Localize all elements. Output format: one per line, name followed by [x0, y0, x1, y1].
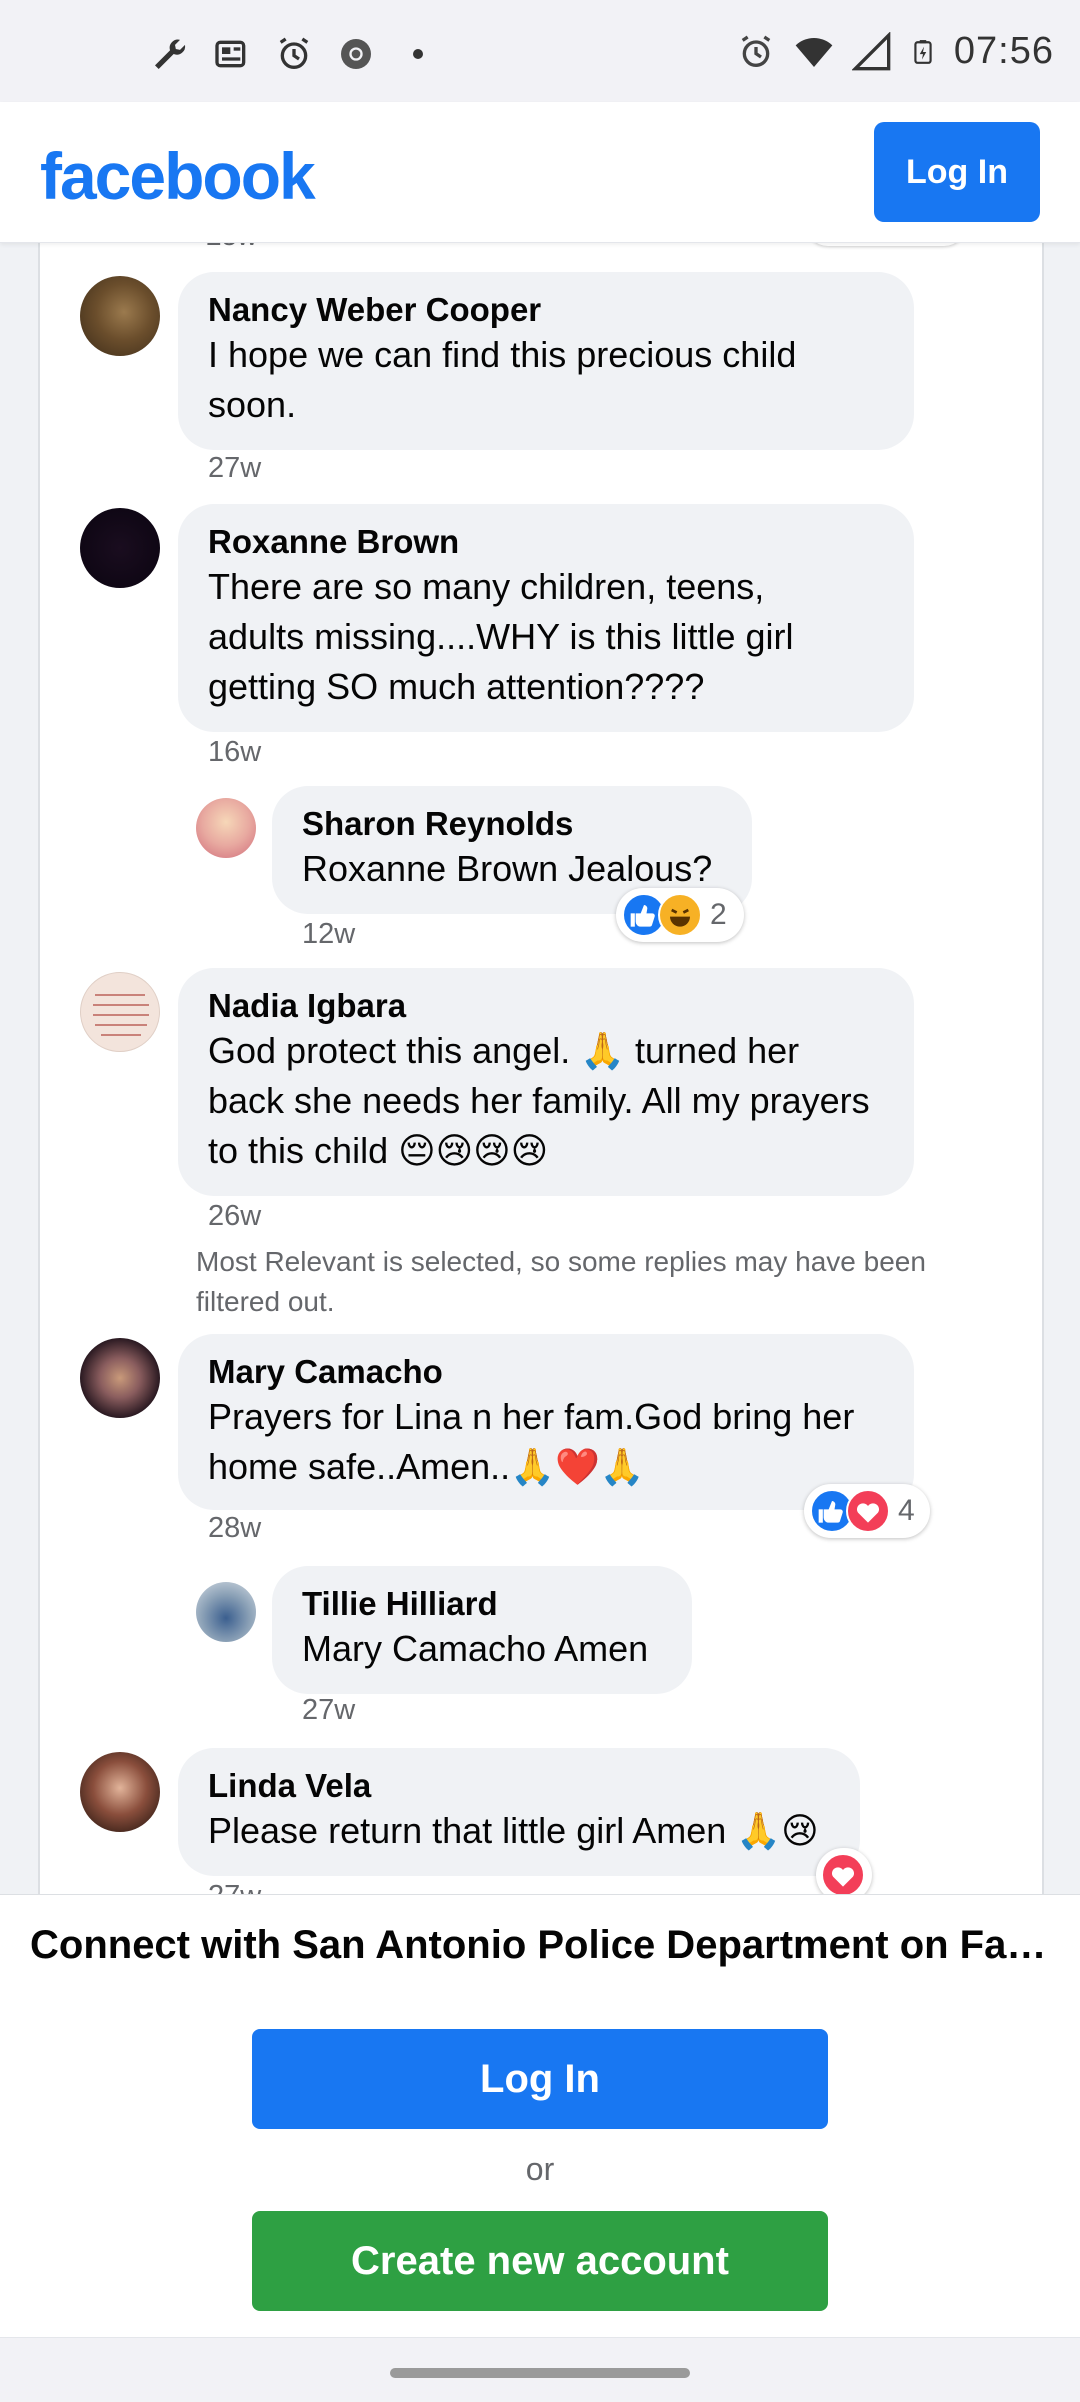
reply-bubble: Tillie Hilliard Mary Camacho Amen: [272, 1566, 692, 1694]
login-button[interactable]: Log In: [252, 2029, 828, 2129]
reaction-summary[interactable]: 2: [616, 888, 744, 942]
comment-time[interactable]: 12w: [302, 918, 355, 951]
avatar[interactable]: [196, 798, 256, 858]
status-left-icons: [150, 34, 438, 74]
comment-author[interactable]: Roxanne Brown: [208, 522, 884, 562]
comment-time[interactable]: 26w: [208, 1200, 261, 1233]
comment-text-line: home safe..Amen..🙏❤️🙏: [208, 1446, 645, 1487]
avatar[interactable]: [80, 972, 160, 1052]
status-bar: 07:56: [0, 0, 1080, 102]
comment-text-line: getting SO much attention????: [208, 666, 705, 707]
comment-author[interactable]: Linda Vela: [208, 1766, 830, 1806]
wifi-icon: [795, 37, 833, 67]
news-icon: [215, 40, 246, 68]
comment-text-line: There are so many children, teens,: [208, 566, 765, 607]
previous-comment-time-partial: 25w: [206, 242, 257, 252]
home-gesture-handle[interactable]: [390, 2368, 690, 2378]
comment-author[interactable]: Nancy Weber Cooper: [208, 290, 884, 330]
comment-author[interactable]: Tillie Hilliard: [302, 1584, 662, 1624]
signal-icon: [851, 31, 891, 70]
comment-text: Please return that little girl Amen 🙏😢: [208, 1810, 819, 1851]
arabic-text-avatar-icon: [93, 994, 149, 1036]
comment-text-line: I hope we can find this precious child: [208, 334, 797, 375]
comment-bubble: Linda Vela Please return that little gir…: [178, 1748, 860, 1876]
avatar[interactable]: [80, 276, 160, 356]
navigation-bar: [0, 2337, 1080, 2402]
alarm-icon: [279, 37, 309, 69]
comment-text-line: Prayers for Lina n her fam.God bring her: [208, 1396, 855, 1437]
comment-time[interactable]: 27w: [302, 1694, 355, 1727]
sheet-title: Connect with San Antonio Police Departme…: [30, 1923, 1047, 1967]
avatar[interactable]: [80, 1338, 160, 1418]
reaction-count: 4: [898, 1494, 915, 1527]
battery-icon: [914, 39, 932, 64]
login-prompt-sheet: Connect with San Antonio Police Departme…: [0, 1894, 1080, 2402]
comment-time[interactable]: 27w: [208, 452, 261, 485]
chrome-icon: [341, 39, 371, 69]
top-header: facebook Log In: [0, 102, 1080, 243]
comments-panel[interactable]: 25w Nancy Weber Cooper I hope we can fin…: [38, 242, 1044, 1894]
comment-bubble: Nadia Igbara God protect this angel. 🙏 t…: [178, 968, 914, 1196]
avatar[interactable]: [80, 1752, 160, 1832]
love-reaction-icon: [846, 1489, 890, 1533]
reaction-summary[interactable]: [816, 1848, 872, 1894]
comment-time[interactable]: 27w: [208, 1880, 261, 1894]
comment-text-line: to this child 😔😢😢😢: [208, 1130, 549, 1171]
dot-icon: [413, 49, 423, 59]
comment-text-line: soon.: [208, 384, 297, 425]
comment-time[interactable]: 28w: [208, 1512, 261, 1545]
alarm-icon: [741, 35, 771, 67]
wrench-icon: [155, 39, 186, 69]
status-time: 07:56: [953, 30, 1054, 72]
comment-bubble: Mary Camacho Prayers for Lina n her fam.…: [178, 1334, 914, 1510]
comment-text-line: adults missing....WHY is this little gir…: [208, 616, 794, 657]
comment-author[interactable]: Sharon Reynolds: [302, 804, 722, 844]
comment-time[interactable]: 16w: [208, 736, 261, 769]
avatar[interactable]: [80, 508, 160, 588]
header-login-button[interactable]: Log In: [874, 122, 1040, 222]
reaction-count: 2: [710, 898, 727, 931]
comment-author[interactable]: Mary Camacho: [208, 1352, 884, 1392]
comment-bubble: Roxanne Brown There are so many children…: [178, 504, 914, 732]
or-divider: or: [525, 2151, 555, 2187]
facebook-logo[interactable]: facebook: [40, 138, 316, 214]
comment-author[interactable]: Nadia Igbara: [208, 986, 884, 1026]
comment-bubble: Nancy Weber Cooper I hope we can find th…: [178, 272, 914, 450]
create-account-button[interactable]: Create new account: [252, 2211, 828, 2311]
comment-text-line: God protect this angel. 🙏 turned her: [208, 1030, 800, 1071]
comment-text: Mary Camacho Amen: [302, 1628, 649, 1669]
status-right-icons: 07:56: [736, 30, 1054, 73]
comment-text-line: back she needs her family. All my prayer…: [208, 1080, 870, 1121]
love-reaction-icon: [821, 1853, 865, 1894]
reaction-summary[interactable]: 4: [804, 1484, 930, 1538]
avatar[interactable]: [196, 1582, 256, 1642]
comment-text: Roxanne Brown Jealous?: [302, 848, 713, 889]
filter-notice: Most Relevant is selected, so some repli…: [196, 1246, 926, 1317]
haha-reaction-icon: [658, 893, 702, 937]
